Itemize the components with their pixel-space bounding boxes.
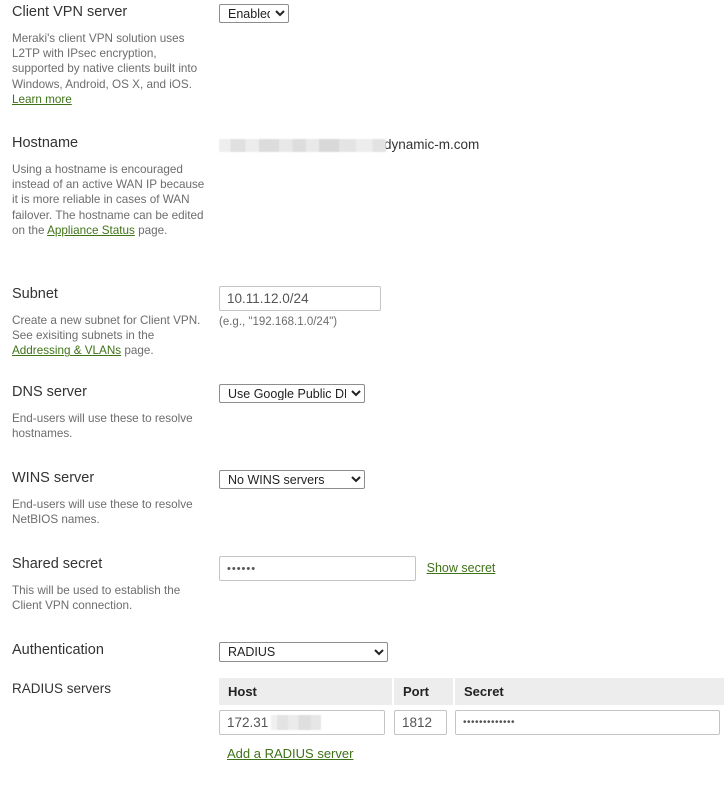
add-radius-server-link[interactable]: Add a RADIUS server xyxy=(227,746,353,761)
dns-server-select[interactable]: Use Google Public DNS xyxy=(219,384,365,403)
shared-secret-label-column: Shared secret This will be used to estab… xyxy=(12,556,207,613)
hostname-label-column: Hostname Using a hostname is encouraged … xyxy=(12,135,207,238)
shared-secret-input[interactable] xyxy=(219,556,416,581)
hostname-value: dynamic-m.com xyxy=(219,135,724,155)
appliance-status-link[interactable]: Appliance Status xyxy=(47,224,135,237)
dns-server-description: End-users will use these to resolve host… xyxy=(12,412,193,441)
radius-table-row xyxy=(219,705,724,735)
radius-column-header-host: Host xyxy=(219,678,394,705)
hostname-description: Using a hostname is encouraged instead o… xyxy=(12,152,207,238)
shared-secret-description: This will be used to establish the Clien… xyxy=(12,584,181,613)
radius-column-header-port: Port xyxy=(393,678,455,705)
subnet-title: Subnet xyxy=(12,286,58,302)
radius-secret-input[interactable] xyxy=(455,710,720,735)
client-vpn-server-field-column: Enabled xyxy=(219,4,724,23)
wins-server-title: WINS server xyxy=(12,470,95,486)
wins-server-select[interactable]: No WINS servers xyxy=(219,470,365,489)
radius-column-header-secret: Secret xyxy=(454,678,724,705)
hostname-field-column: dynamic-m.com xyxy=(219,135,724,155)
dns-server-label-column: DNS server End-users will use these to r… xyxy=(12,384,207,441)
subnet-input[interactable] xyxy=(219,286,381,311)
wins-server-description: End-users will use these to resolve NetB… xyxy=(12,498,193,527)
radius-host-cell xyxy=(219,705,394,735)
subnet-hint: (e.g., "192.168.1.0/24") xyxy=(219,316,338,328)
addressing-vlans-link[interactable]: Addressing & VLANs xyxy=(12,344,121,357)
authentication-field-column: RADIUS xyxy=(219,642,724,662)
subnet-description-after: page. xyxy=(121,344,154,358)
client-vpn-server-description: Meraki's client VPN solution uses L2TP w… xyxy=(12,21,207,107)
radius-servers-title: RADIUS servers xyxy=(12,681,112,696)
shared-secret-field-column: Show secret xyxy=(219,556,724,581)
authentication-label-column: Authentication xyxy=(12,642,207,659)
authentication-title: Authentication xyxy=(12,642,104,658)
subnet-label-column: Subnet Create a new subnet for Client VP… xyxy=(12,286,207,359)
subnet-field-column: (e.g., "192.168.1.0/24") xyxy=(219,286,724,328)
dns-server-title: DNS server xyxy=(12,384,87,400)
subnet-description-before: Create a new subnet for Client VPN. See … xyxy=(12,314,201,343)
hostname-description-after: page. xyxy=(134,223,168,237)
radius-servers-label-column: RADIUS servers xyxy=(12,680,207,697)
radius-secret-cell xyxy=(454,705,724,735)
wins-server-label-column: WINS server End-users will use these to … xyxy=(12,470,207,527)
hostname-redaction-block xyxy=(219,138,386,152)
client-vpn-server-label-column: Client VPN server Meraki's client VPN so… xyxy=(12,4,207,107)
shared-secret-title: Shared secret xyxy=(12,556,103,572)
radius-port-input[interactable] xyxy=(394,710,447,735)
wins-server-field-column: No WINS servers xyxy=(219,470,724,489)
hostname-domain-suffix: dynamic-m.com xyxy=(384,137,480,152)
radius-host-input[interactable] xyxy=(219,710,385,735)
client-vpn-settings-page: Client VPN server Meraki's client VPN so… xyxy=(0,0,724,787)
dns-server-field-column: Use Google Public DNS xyxy=(219,384,724,403)
add-radius-server-wrap: Add a RADIUS server xyxy=(227,746,353,761)
authentication-select[interactable]: RADIUS xyxy=(219,642,388,662)
client-vpn-server-title: Client VPN server xyxy=(12,4,128,20)
subnet-description: Create a new subnet for Client VPN. See … xyxy=(12,303,207,359)
radius-table-header-row: Host Port Secret xyxy=(219,678,724,705)
client-vpn-server-description-text: Meraki's client VPN solution uses L2TP w… xyxy=(12,32,198,91)
learn-more-link[interactable]: Learn more xyxy=(12,93,72,106)
radius-servers-table: Host Port Secret xyxy=(219,678,724,735)
show-secret-link[interactable]: Show secret xyxy=(427,561,496,575)
radius-port-cell xyxy=(393,705,455,735)
client-vpn-server-select[interactable]: Enabled xyxy=(219,4,289,23)
hostname-title: Hostname xyxy=(12,135,79,151)
